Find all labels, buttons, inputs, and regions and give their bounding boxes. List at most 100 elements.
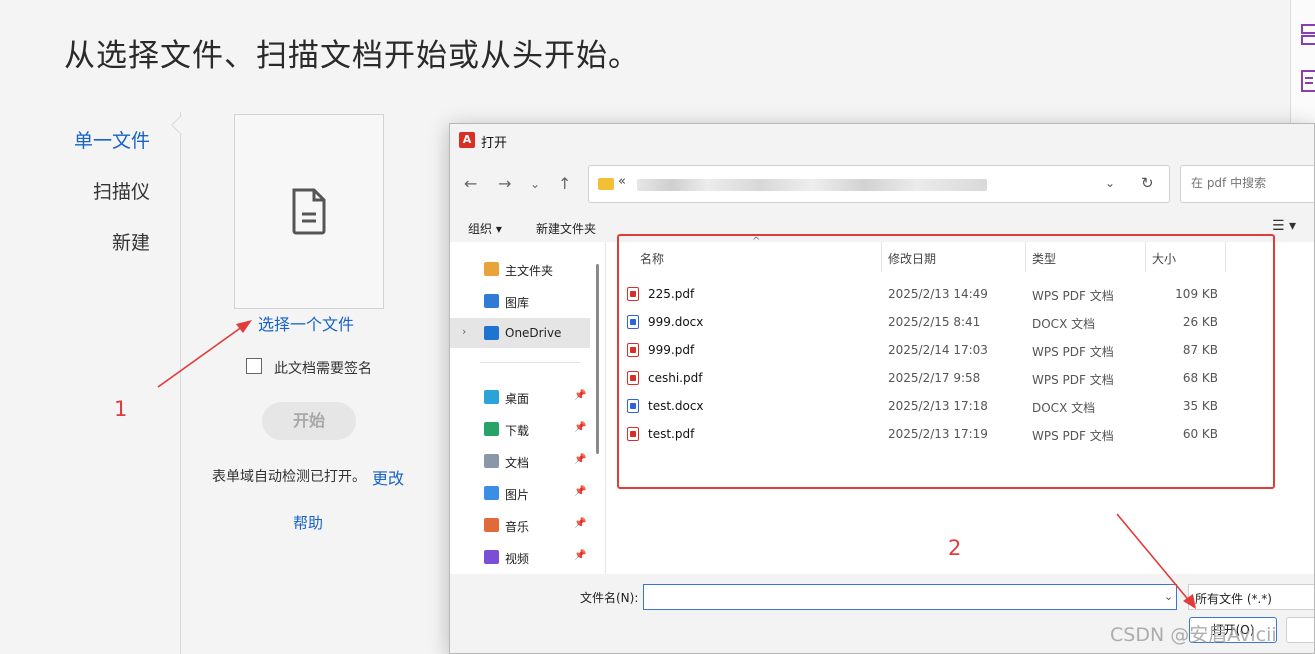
address-path-blurred: [637, 179, 987, 191]
file-row[interactable]: ceshi.pdf 2025/2/17 9:58 WPS PDF 文档 68 KB: [617, 364, 1227, 392]
file-size: 26 KB: [1182, 315, 1218, 329]
nav-pane-item[interactable]: 视频 📌: [450, 542, 590, 572]
file-name: 999.docx: [648, 315, 704, 329]
pdf-file-icon: [627, 343, 639, 357]
navigation-pane: 主文件夹 图库 › OneDrive 桌面 📌 下载 📌 文档 📌 图片 📌 音乐 📌 视频 📌: [450, 242, 606, 574]
pin-icon: 📌: [574, 422, 587, 433]
pdf-file-icon: [627, 371, 639, 385]
layout-icon[interactable]: [1301, 24, 1315, 46]
command-bar: 组织 ▾ 新建文件夹 ☰ ▾: [450, 214, 1314, 242]
refresh-icon[interactable]: ↻: [1141, 174, 1154, 192]
file-date: 2025/2/13 17:19: [888, 427, 988, 441]
nav-pane-item[interactable]: 桌面 📌: [450, 382, 590, 412]
desktop-icon: [484, 390, 499, 404]
download-icon: [484, 422, 499, 436]
file-type: DOCX 文档: [1032, 401, 1096, 415]
nav-pane-item[interactable]: › OneDrive: [450, 318, 590, 348]
nav-pane-item[interactable]: 图片 📌: [450, 478, 590, 508]
file-size: 68 KB: [1182, 371, 1218, 385]
file-row[interactable]: 999.pdf 2025/2/14 17:03 WPS PDF 文档 87 KB: [617, 336, 1227, 364]
filename-input[interactable]: [644, 585, 1144, 609]
search-box[interactable]: [1180, 165, 1314, 203]
help-link[interactable]: 帮助: [293, 512, 323, 533]
signature-checkbox[interactable]: [246, 358, 262, 374]
address-bar[interactable]: « ⌄ ↻: [588, 165, 1170, 203]
nav-pane-divider: [480, 362, 580, 363]
video-icon: [484, 550, 499, 564]
file-type: WPS PDF 文档: [1032, 429, 1114, 443]
choose-file-link[interactable]: 选择一个文件: [258, 311, 354, 335]
nav-item-scanner[interactable]: 扫描仪: [93, 177, 150, 204]
column-divider[interactable]: [1225, 242, 1226, 272]
address-dropdown-icon[interactable]: ⌄: [1105, 176, 1115, 190]
column-header-size[interactable]: 大小: [1152, 250, 1176, 267]
file-row[interactable]: test.pdf 2025/2/13 17:19 WPS PDF 文档 60 KB: [617, 420, 1227, 448]
nav-pane-item[interactable]: 图库: [450, 286, 590, 316]
file-type-filter[interactable]: 所有文件 (*.*): [1188, 584, 1314, 610]
view-options-icon[interactable]: ☰ ▾: [1272, 218, 1296, 234]
file-date: 2025/2/14 17:03: [888, 343, 988, 357]
word-file-icon: [627, 315, 639, 329]
search-input[interactable]: [1191, 176, 1311, 190]
nav-pane-item-label: 下载: [505, 424, 530, 438]
column-header-type[interactable]: 类型: [1032, 250, 1056, 267]
up-arrow-icon[interactable]: ↑: [558, 174, 571, 193]
expand-chevron-icon[interactable]: ›: [462, 325, 466, 338]
pin-icon: 📌: [574, 390, 587, 401]
file-row[interactable]: 999.docx 2025/2/15 8:41 DOCX 文档 26 KB: [617, 308, 1227, 336]
nav-pane-item[interactable]: 音乐 📌: [450, 510, 590, 540]
nav-pane-item-label: 图库: [505, 296, 530, 310]
column-header-name[interactable]: 名称: [640, 250, 664, 267]
column-divider[interactable]: [1025, 242, 1026, 272]
signature-checkbox-label: 此文档需要签名: [274, 361, 372, 377]
filename-dropdown-icon[interactable]: ⌄: [1164, 590, 1173, 603]
document-icon: [292, 188, 326, 235]
column-divider[interactable]: [881, 242, 882, 272]
annotation-step-1: 1: [114, 397, 128, 421]
column-header-date[interactable]: 修改日期: [888, 250, 936, 267]
filename-field[interactable]: ⌄: [643, 584, 1177, 610]
recent-locations-chevron-icon[interactable]: ⌄: [530, 177, 540, 191]
nav-pane-item-label: 文档: [505, 456, 530, 470]
pin-icon: 📌: [574, 454, 587, 465]
column-divider[interactable]: [1145, 242, 1146, 272]
file-size: 87 KB: [1182, 343, 1218, 357]
forward-arrow-icon[interactable]: →: [498, 174, 511, 193]
file-name: test.pdf: [648, 427, 695, 441]
pictures-icon: [484, 486, 499, 500]
file-row[interactable]: 225.pdf 2025/2/13 14:49 WPS PDF 文档 109 KB: [617, 280, 1227, 308]
left-nav: 单一文件 扫描仪 新建: [0, 112, 181, 654]
cancel-button[interactable]: [1286, 617, 1314, 643]
file-drop-card[interactable]: [234, 114, 384, 309]
nav-pane-item[interactable]: 下载 📌: [450, 414, 590, 444]
file-date: 2025/2/17 9:58: [888, 371, 981, 385]
file-date: 2025/2/13 17:18: [888, 399, 988, 413]
file-row[interactable]: test.docx 2025/2/13 17:18 DOCX 文档 35 KB: [617, 392, 1227, 420]
nav-pane-item-label: OneDrive: [505, 326, 562, 340]
page-title: 从选择文件、扫描文档开始或从头开始。: [64, 38, 640, 74]
form-icon[interactable]: [1301, 70, 1315, 92]
nav-pane-scrollbar[interactable]: [596, 264, 599, 454]
gallery-icon: [484, 294, 499, 308]
pdf-file-icon: [627, 427, 639, 441]
open-file-dialog: A 打开 ← → ⌄ ↑ « ⌄ ↻ 组织 ▾ 新建文件夹 ☰ ▾ 主文件夹图库…: [449, 123, 1315, 654]
nav-item-new[interactable]: 新建: [112, 228, 150, 255]
forms-change-link[interactable]: 更改: [372, 465, 404, 489]
back-arrow-icon[interactable]: ←: [464, 174, 477, 193]
sort-ascending-icon: ^: [752, 236, 761, 247]
new-folder-button[interactable]: 新建文件夹: [536, 220, 596, 237]
file-date: 2025/2/15 8:41: [888, 315, 981, 329]
file-type: WPS PDF 文档: [1032, 373, 1114, 387]
home-icon: [484, 262, 499, 276]
nav-pane-item-label: 主文件夹: [505, 264, 554, 278]
nav-item-single-file[interactable]: 单一文件: [74, 126, 150, 153]
file-name: test.docx: [648, 399, 704, 413]
watermark: CSDN @安眉Avicii: [1110, 624, 1277, 646]
nav-pane-item-label: 桌面: [505, 392, 530, 406]
nav-pane-item[interactable]: 文档 📌: [450, 446, 590, 476]
nav-pane-item[interactable]: 主文件夹: [450, 254, 590, 284]
start-button[interactable]: 开始: [262, 402, 356, 440]
organize-button[interactable]: 组织 ▾: [468, 220, 502, 237]
nav-pane-item-label: 图片: [505, 488, 530, 502]
file-type: WPS PDF 文档: [1032, 289, 1114, 303]
